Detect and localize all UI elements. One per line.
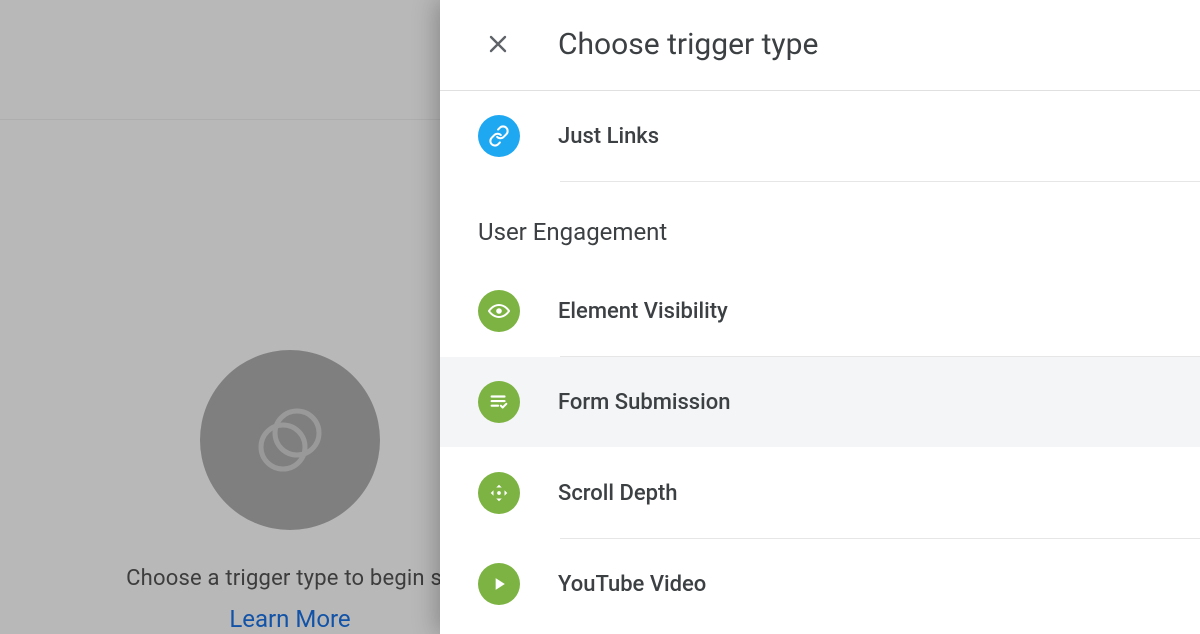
trigger-type-panel: Choose trigger type Just Links User Enga… xyxy=(440,0,1200,634)
play-icon xyxy=(478,563,520,605)
eye-icon xyxy=(478,290,520,332)
trigger-label: Form Submission xyxy=(558,390,730,415)
trigger-label: Just Links xyxy=(558,124,659,149)
trigger-option-form-submission[interactable]: Form Submission xyxy=(440,357,1200,447)
close-button[interactable] xyxy=(480,26,516,62)
link-icon xyxy=(478,115,520,157)
section-user-engagement: User Engagement xyxy=(440,182,1200,266)
panel-title: Choose trigger type xyxy=(558,27,818,62)
panel-header: Choose trigger type xyxy=(440,0,1200,91)
form-icon xyxy=(478,381,520,423)
panel-body: Just Links User Engagement Element Visib… xyxy=(440,91,1200,634)
scroll-icon xyxy=(478,472,520,514)
trigger-label: Element Visibility xyxy=(558,299,728,324)
trigger-label: YouTube Video xyxy=(558,572,706,597)
trigger-option-scroll-depth[interactable]: Scroll Depth xyxy=(478,448,1200,538)
close-icon xyxy=(486,32,510,56)
trigger-option-youtube-video[interactable]: YouTube Video xyxy=(478,539,1200,629)
trigger-option-element-visibility[interactable]: Element Visibility xyxy=(478,266,1200,356)
trigger-label: Scroll Depth xyxy=(558,481,678,506)
trigger-option-just-links[interactable]: Just Links xyxy=(478,91,1200,181)
